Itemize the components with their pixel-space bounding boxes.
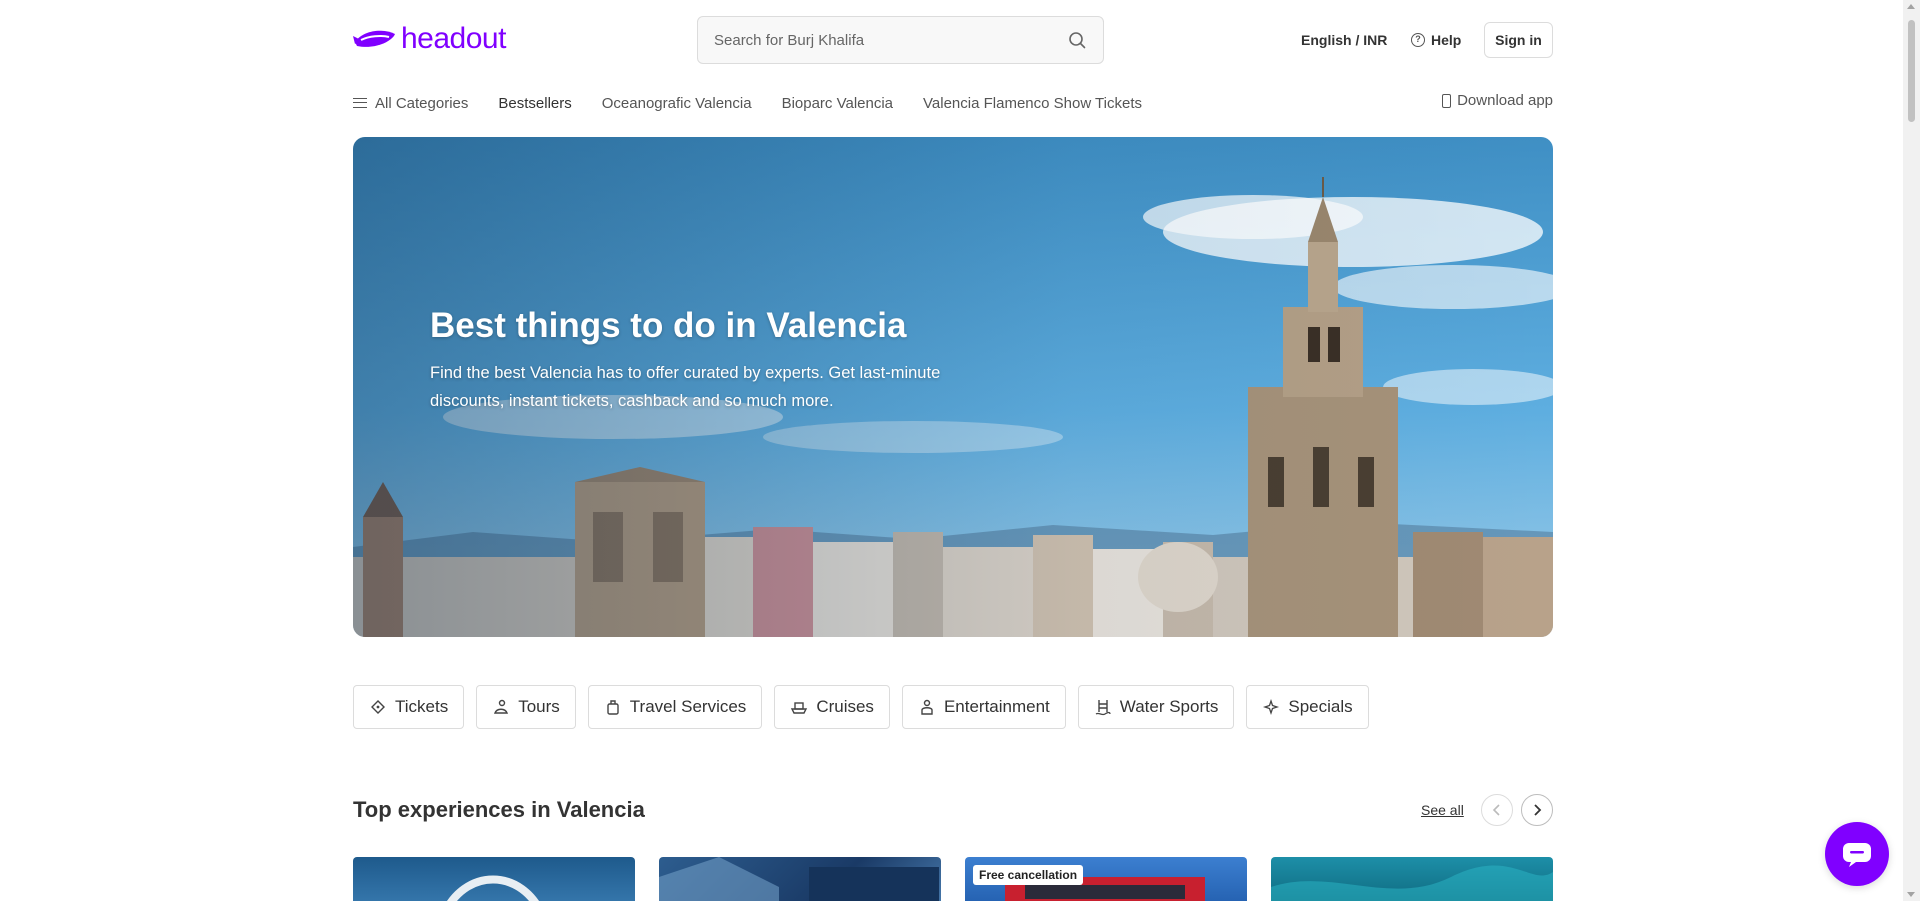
category-specials[interactable]: Specials [1246, 685, 1369, 729]
headout-logo[interactable]: headout [353, 22, 506, 56]
card-image [447, 875, 539, 901]
nav-item-bioparc[interactable]: Bioparc Valencia [782, 95, 893, 112]
hamburger-icon [353, 98, 367, 108]
category-label: Entertainment [943, 697, 1050, 716]
chat-support-button[interactable] [1825, 822, 1889, 886]
category-tours[interactable]: Tours [476, 685, 576, 729]
category-label: Travel Services [629, 697, 747, 716]
download-app-label: Download app [1457, 92, 1553, 109]
search-input[interactable] [714, 31, 1067, 49]
search-icon[interactable] [1067, 30, 1087, 50]
nav-item-flamenco[interactable]: Valencia Flamenco Show Tickets [923, 95, 1142, 112]
page-scrollbar[interactable] [1903, 0, 1920, 901]
scroll-down-arrow[interactable] [1907, 892, 1915, 897]
specials-icon [1263, 698, 1280, 716]
ticket-icon [371, 700, 385, 714]
blimp-icon [353, 30, 395, 47]
category-nav: All Categories Bestsellers Oceanografic … [353, 92, 1553, 114]
entertainment-icon [921, 699, 933, 715]
category-label: Tours [518, 697, 560, 716]
category-label: Specials [1288, 697, 1353, 716]
experience-card[interactable] [1271, 857, 1553, 901]
scrollbar-thumb[interactable] [1908, 20, 1915, 122]
search-bar[interactable] [697, 16, 1104, 64]
card-image [1271, 865, 1553, 901]
tour-icon [494, 699, 509, 714]
card-image [659, 857, 939, 901]
carousel-prev-button[interactable] [1481, 794, 1513, 826]
hero-title: Best things to do in Valencia [430, 306, 907, 345]
chevron-right-icon [1534, 804, 1542, 816]
category-label: Cruises [816, 697, 874, 716]
category-pills: Tickets Tours Travel Services Cruises En… [353, 685, 1369, 729]
category-tickets[interactable]: Tickets [353, 685, 465, 729]
category-entertainment[interactable]: Entertainment [901, 685, 1066, 729]
experience-card[interactable] [353, 857, 635, 901]
chevron-left-icon [1492, 804, 1500, 816]
brand-name: headout [401, 22, 506, 55]
category-cruises[interactable]: Cruises [774, 685, 890, 729]
sign-in-button[interactable]: Sign in [1484, 22, 1553, 58]
language-currency-selector[interactable]: English / INR [1301, 32, 1387, 48]
cruise-icon [791, 702, 808, 714]
category-label: Water Sports [1119, 697, 1219, 716]
scroll-up-arrow[interactable] [1907, 4, 1915, 9]
phone-icon [1442, 93, 1452, 108]
chat-icon [1843, 843, 1871, 867]
download-app-link[interactable]: Download app [1442, 92, 1553, 109]
experience-card[interactable] [659, 857, 941, 901]
site-header: headout English / INR ? Help Sign in [353, 16, 1553, 64]
free-cancellation-badge: Free cancellation [973, 865, 1084, 885]
nav-item-oceanografic[interactable]: Oceanografic Valencia [602, 95, 752, 112]
help-label: Help [1431, 32, 1462, 48]
see-all-link[interactable]: See all [1421, 802, 1464, 818]
hero-banner: Best things to do in Valencia Find the b… [353, 137, 1553, 637]
experience-cards: Free cancellation [353, 857, 1553, 901]
all-categories-label: All Categories [375, 94, 469, 112]
water-sports-icon [1095, 700, 1111, 716]
section-title: Top experiences in Valencia [353, 797, 645, 822]
carousel-next-button[interactable] [1521, 794, 1553, 826]
all-categories-menu[interactable]: All Categories [353, 95, 468, 112]
help-icon: ? [1411, 33, 1425, 47]
category-label: Tickets [395, 697, 449, 716]
hero-subtitle: Find the best Valencia has to offer cura… [430, 364, 941, 410]
help-link[interactable]: ? Help [1411, 32, 1461, 48]
nav-item-bestsellers[interactable]: Bestsellers [498, 95, 571, 112]
category-travel-services[interactable]: Travel Services [587, 685, 763, 729]
travel-services-icon [607, 700, 619, 715]
category-water-sports[interactable]: Water Sports [1077, 685, 1235, 729]
experience-card[interactable]: Free cancellation [965, 857, 1247, 901]
